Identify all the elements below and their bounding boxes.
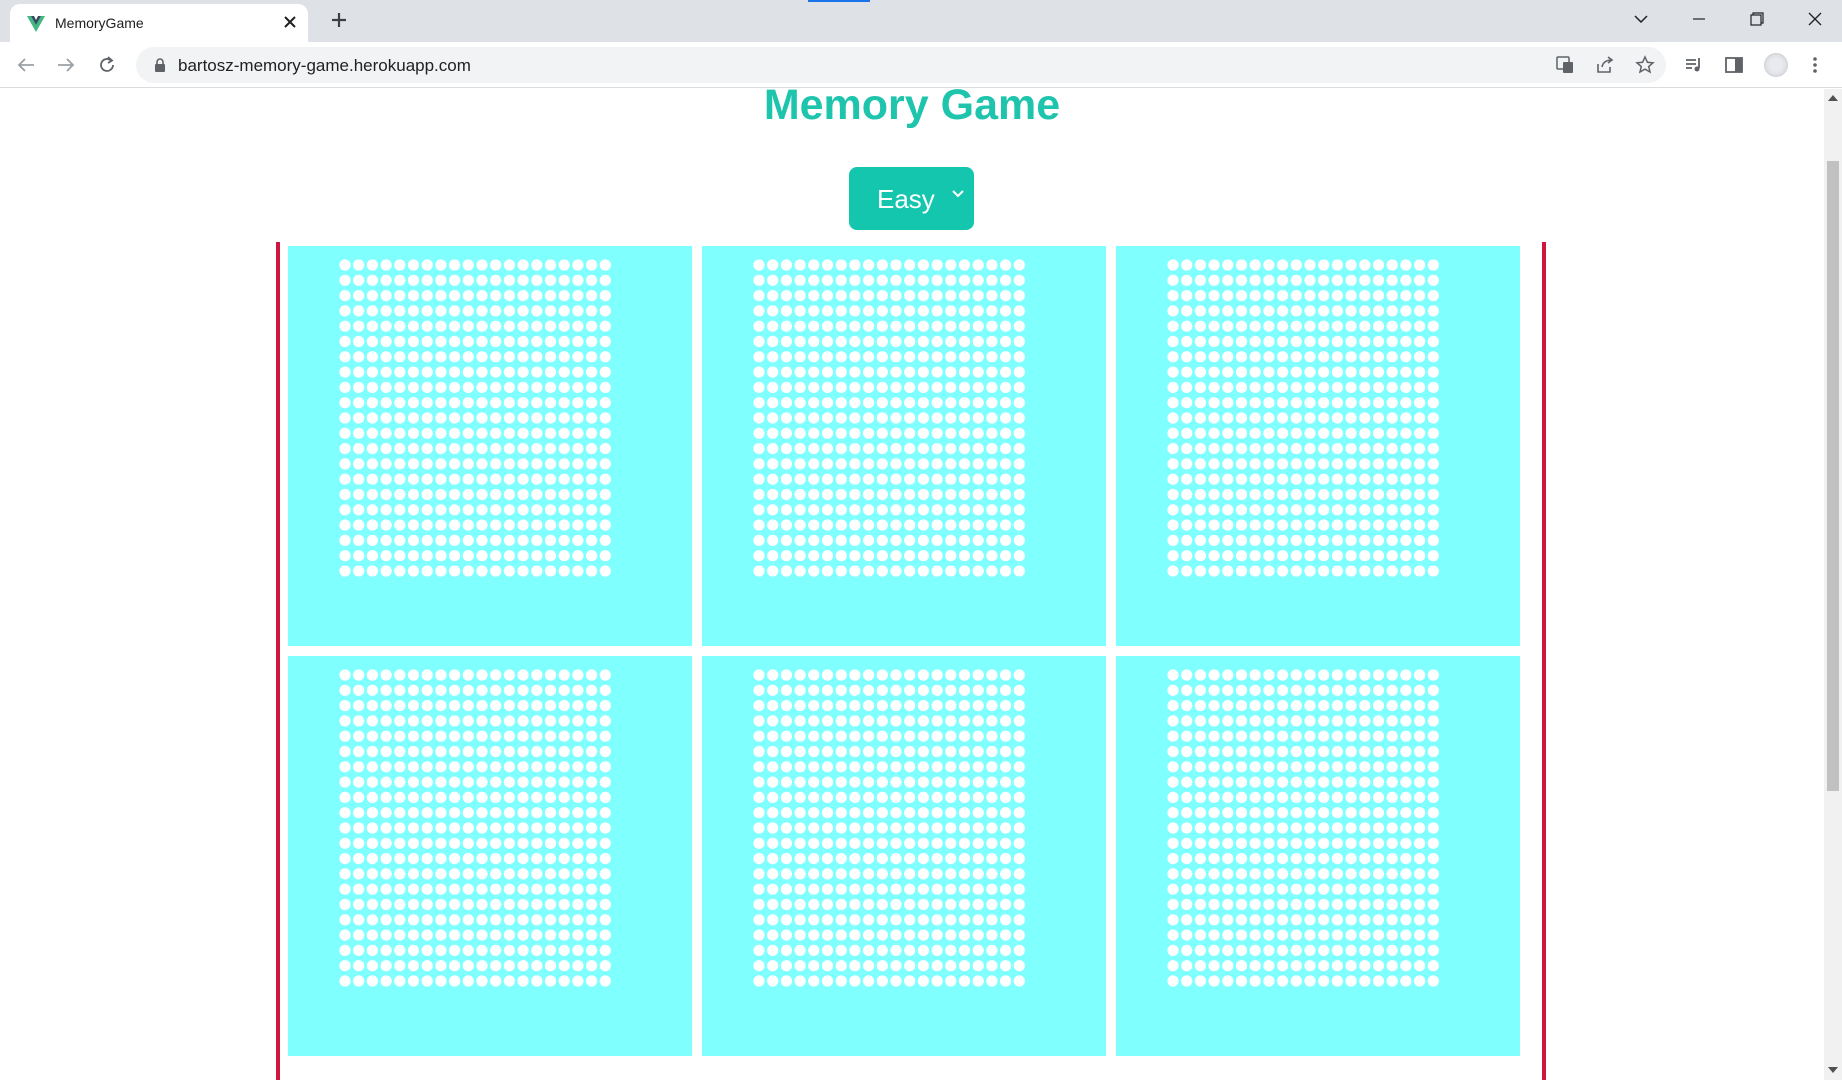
more-menu-icon[interactable] <box>1803 53 1827 77</box>
tab-accent-line <box>808 0 870 2</box>
lock-icon <box>155 58 165 72</box>
side-panel-icon[interactable] <box>1722 53 1746 77</box>
share-icon[interactable] <box>1594 54 1616 76</box>
minimize-button[interactable] <box>1670 0 1728 38</box>
restore-button[interactable] <box>1728 0 1786 38</box>
scrollbar-thumb[interactable] <box>1827 161 1839 791</box>
memory-card[interactable] <box>702 656 1106 1056</box>
close-tab-icon[interactable] <box>280 13 300 33</box>
memory-card[interactable] <box>288 246 692 646</box>
card-back-pattern <box>1167 669 1439 987</box>
chevron-down-icon <box>952 190 964 198</box>
card-back-pattern <box>339 669 611 987</box>
url-text: bartosz-memory-game.herokuapp.com <box>178 56 471 75</box>
translate-icon[interactable] <box>1554 54 1576 76</box>
difficulty-select[interactable]: Easy <box>849 167 974 230</box>
difficulty-selected-value: Easy <box>877 184 935 214</box>
page-viewport: Memory Game Easy <box>0 89 1824 1080</box>
memory-card[interactable] <box>1116 246 1520 646</box>
memory-card[interactable] <box>288 656 692 1056</box>
page-title: Memory Game <box>763 89 1061 129</box>
browser-toolbar: bartosz-memory-game.herokuapp.com <box>0 42 1842 88</box>
bookmark-star-icon[interactable] <box>1634 54 1656 76</box>
browser-tab-strip: MemoryGame <box>0 0 1842 42</box>
close-window-button[interactable] <box>1786 0 1842 38</box>
address-bar[interactable]: bartosz-memory-game.herokuapp.com <box>136 47 1666 83</box>
browser-tab[interactable]: MemoryGame <box>10 4 308 42</box>
card-back-pattern <box>339 259 611 577</box>
scroll-up-arrow-icon[interactable] <box>1828 95 1838 101</box>
game-board <box>276 242 1546 1080</box>
reload-button[interactable] <box>93 51 121 79</box>
vue-logo-icon <box>27 16 45 32</box>
memory-card[interactable] <box>702 246 1106 646</box>
new-tab-button[interactable] <box>326 8 352 34</box>
memory-card[interactable] <box>1116 656 1520 1056</box>
profile-avatar[interactable] <box>1764 53 1788 77</box>
tab-search-chevron-icon[interactable] <box>1612 0 1670 38</box>
card-back-pattern <box>753 259 1025 577</box>
tab-title: MemoryGame <box>55 15 144 31</box>
forward-button[interactable] <box>52 51 80 79</box>
back-button[interactable] <box>12 51 40 79</box>
card-back-pattern <box>753 669 1025 987</box>
vertical-scrollbar[interactable] <box>1824 89 1842 1080</box>
media-control-icon[interactable] <box>1682 53 1706 77</box>
card-back-pattern <box>1167 259 1439 577</box>
scroll-down-arrow-icon[interactable] <box>1828 1067 1838 1073</box>
